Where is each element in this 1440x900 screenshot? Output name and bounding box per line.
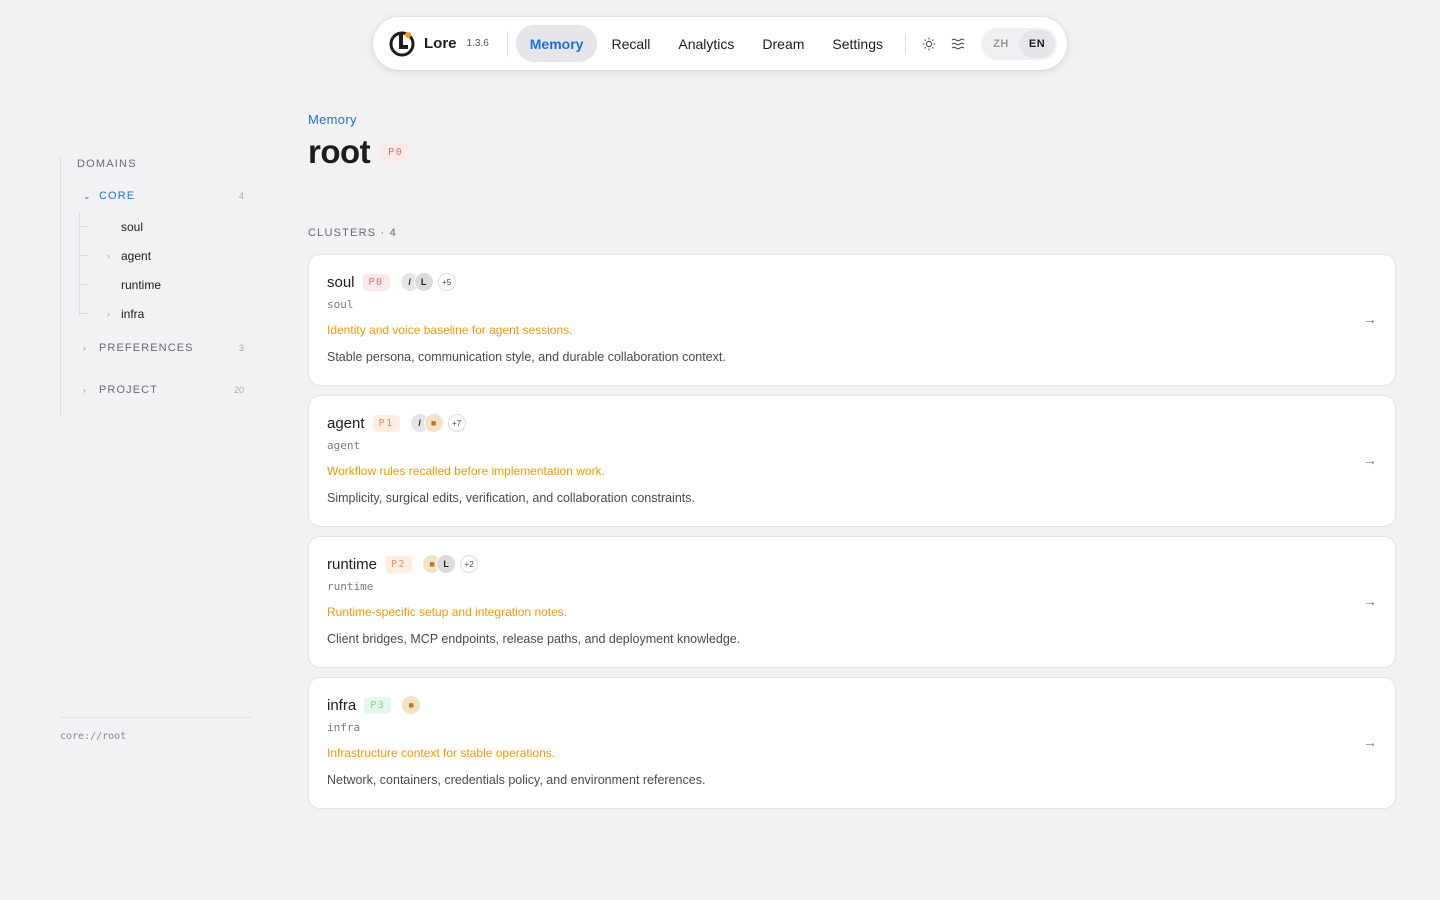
nav-tab-memory[interactable]: Memory bbox=[515, 25, 598, 62]
lang-en-button[interactable]: EN bbox=[1019, 29, 1056, 58]
cluster-key: runtime bbox=[327, 580, 374, 593]
cluster-card-soul[interactable]: soul P0 / L +5 soul Identity and voice b… bbox=[308, 254, 1396, 386]
cluster-key: infra bbox=[327, 721, 361, 734]
domain-count: 20 bbox=[233, 385, 244, 395]
top-navigation: Lore 1.3.6 Memory Recall Analytics Dream… bbox=[373, 17, 1067, 70]
domain-label: CORE bbox=[99, 190, 136, 202]
brand[interactable]: Lore 1.3.6 bbox=[388, 30, 508, 57]
avatar-overflow-count: +7 bbox=[447, 414, 466, 432]
avatar-overflow-count: +2 bbox=[460, 555, 479, 573]
chevron-right-icon: › bbox=[107, 250, 110, 261]
cluster-description: Stable persona, communication style, and… bbox=[327, 350, 726, 364]
cluster-name: runtime bbox=[327, 555, 378, 573]
nav-tab-recall[interactable]: Recall bbox=[597, 25, 664, 62]
display-settings-button[interactable] bbox=[943, 26, 973, 62]
domains-heading: DOMAINS bbox=[77, 158, 137, 170]
nav-tab-analytics[interactable]: Analytics bbox=[664, 25, 748, 62]
language-switcher: ZH EN bbox=[981, 27, 1058, 60]
tree-item-soul[interactable]: soul bbox=[77, 212, 252, 241]
cluster-name: agent bbox=[327, 414, 365, 432]
domain-tree: DOMAINS ⌄ CORE 4 soul › agent runtime › … bbox=[60, 156, 252, 416]
avatar: L bbox=[413, 272, 434, 292]
arrow-right-icon: → bbox=[1363, 734, 1377, 750]
domain-project[interactable]: › PROJECT 20 bbox=[77, 380, 252, 400]
avatar-overflow-count: +5 bbox=[437, 273, 456, 291]
tree-item-label: soul bbox=[121, 219, 144, 234]
main-content: Memory root P0 CLUSTERS · 4 soul P0 / L … bbox=[308, 112, 1396, 809]
lang-zh-button[interactable]: ZH bbox=[983, 30, 1019, 58]
pixel-avatar-icon: ■ bbox=[401, 695, 422, 715]
cluster-key: agent bbox=[327, 439, 361, 452]
app-version: 1.3.6 bbox=[466, 38, 489, 49]
waves-icon bbox=[951, 38, 965, 49]
chevron-down-icon: ⌄ bbox=[83, 190, 92, 201]
page-title: root bbox=[308, 133, 371, 170]
sidebar: DOMAINS ⌄ CORE 4 soul › agent runtime › … bbox=[60, 156, 252, 416]
title-row: root P0 bbox=[308, 133, 1396, 171]
cluster-card-runtime[interactable]: runtime P2 ■ L +2 runtime Runtime-specif… bbox=[308, 536, 1396, 668]
cluster-description: Client bridges, MCP endpoints, release p… bbox=[327, 632, 741, 646]
avatar-group: / ■ +7 bbox=[409, 413, 466, 433]
tree-item-label: agent bbox=[121, 248, 152, 263]
domain-label: PREFERENCES bbox=[99, 342, 194, 354]
priority-badge: P0 bbox=[362, 273, 390, 291]
cluster-card-infra[interactable]: infra P3 ■ infra Infrastructure context … bbox=[308, 677, 1396, 809]
tree-item-label: runtime bbox=[121, 277, 162, 292]
theme-toggle-button[interactable] bbox=[914, 26, 944, 62]
cluster-name: infra bbox=[327, 696, 357, 714]
priority-badge: P3 bbox=[364, 696, 392, 714]
avatar-group: ■ bbox=[401, 695, 422, 715]
chevron-right-icon: › bbox=[83, 343, 88, 353]
priority-badge: P0 bbox=[382, 143, 410, 161]
arrow-right-icon: → bbox=[1363, 311, 1377, 327]
pixel-avatar-icon: ■ bbox=[423, 413, 444, 433]
clusters-heading: CLUSTERS · 4 bbox=[308, 227, 397, 239]
cluster-description: Network, containers, credentials policy,… bbox=[327, 773, 706, 787]
domain-preferences[interactable]: › PREFERENCES 3 bbox=[77, 338, 252, 358]
arrow-right-icon: → bbox=[1363, 593, 1377, 609]
sun-icon bbox=[922, 37, 935, 50]
tree-item-label: infra bbox=[121, 306, 145, 321]
core-children: soul › agent runtime › infra bbox=[77, 212, 252, 328]
domain-core[interactable]: ⌄ CORE 4 bbox=[77, 186, 252, 206]
lore-logo-icon bbox=[389, 31, 415, 56]
breadcrumb[interactable]: Memory bbox=[308, 112, 1396, 127]
avatar-group: / L +5 bbox=[399, 272, 456, 292]
cluster-key: soul bbox=[327, 298, 354, 311]
tree-item-infra[interactable]: › infra bbox=[77, 299, 252, 328]
arrow-right-icon: → bbox=[1363, 452, 1377, 468]
tree-item-runtime[interactable]: runtime bbox=[77, 270, 252, 299]
app-name: Lore bbox=[424, 35, 457, 52]
chevron-right-icon: › bbox=[107, 308, 110, 319]
chevron-right-icon: › bbox=[83, 385, 88, 395]
cluster-description: Simplicity, surgical edits, verification… bbox=[327, 491, 695, 505]
domain-label: PROJECT bbox=[99, 384, 159, 396]
cluster-summary: Identity and voice baseline for agent se… bbox=[327, 323, 573, 337]
domain-count: 3 bbox=[238, 343, 244, 353]
nav-divider bbox=[905, 33, 906, 54]
tree-item-agent[interactable]: › agent bbox=[77, 241, 252, 270]
priority-badge: P2 bbox=[385, 555, 413, 573]
nav-tab-dream[interactable]: Dream bbox=[748, 25, 818, 62]
cluster-list: soul P0 / L +5 soul Identity and voice b… bbox=[308, 254, 1396, 809]
current-uri: core://root bbox=[60, 717, 252, 742]
domain-count: 4 bbox=[238, 191, 244, 201]
cluster-summary: Runtime-specific setup and integration n… bbox=[327, 605, 568, 619]
cluster-summary: Infrastructure context for stable operat… bbox=[327, 746, 556, 760]
cluster-summary: Workflow rules recalled before implement… bbox=[327, 464, 605, 478]
cluster-name: soul bbox=[327, 273, 355, 291]
nav-tabs: Memory Recall Analytics Dream Settings bbox=[515, 25, 897, 62]
avatar-group: ■ L +2 bbox=[422, 554, 479, 574]
avatar: L bbox=[436, 554, 457, 574]
priority-badge: P1 bbox=[372, 414, 400, 432]
nav-tab-settings[interactable]: Settings bbox=[818, 25, 897, 62]
cluster-card-agent[interactable]: agent P1 / ■ +7 agent Workflow rules rec… bbox=[308, 395, 1396, 527]
